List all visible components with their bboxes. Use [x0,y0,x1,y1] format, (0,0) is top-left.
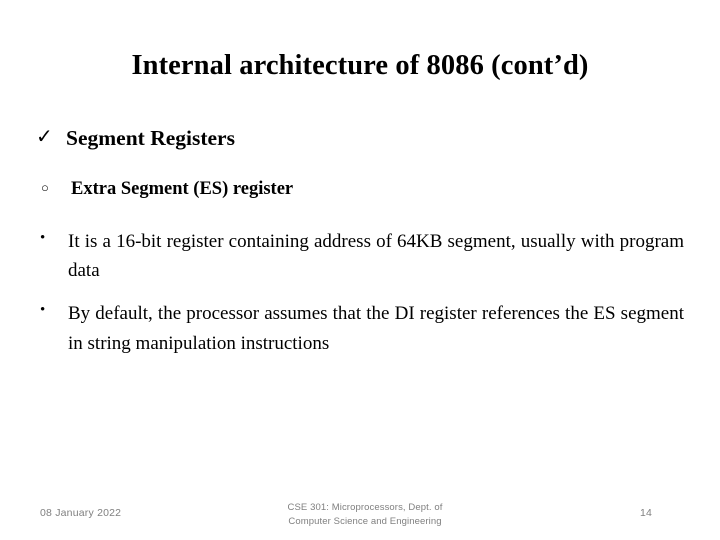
bullet-item-extra-segment-register: ○ Extra Segment (ES) register [41,178,684,200]
slide: Internal architecture of 8086 (cont’d) ✓… [0,0,720,540]
hollow-circle-bullet-icon: ○ [41,180,49,196]
bullet-text: Extra Segment (ES) register [71,179,294,200]
bullet-item-di-register-default: • By default, the processor assumes that… [40,299,684,358]
bullet-text: It is a 16-bit register containing addre… [68,230,684,281]
slide-body: ✓ Segment Registers ○ Extra Segment (ES)… [36,126,684,372]
footer-course-line-2: Computer Science and Engineering [288,515,442,527]
bullet-text: By default, the processor assumes that t… [68,303,684,354]
solid-dot-bullet-icon: • [40,302,46,319]
page-title: Internal architecture of 8086 (cont’d) [131,50,589,81]
footer-course-line-1: CSE 301: Microprocessors, Dept. of [287,502,443,513]
bullet-item-16bit-register: • It is a 16-bit register containing add… [40,227,684,286]
slide-page-number: 14 [640,507,653,519]
bullet-text: Segment Registers [66,126,235,150]
bullet-item-segment-registers: ✓ Segment Registers [36,126,684,151]
footer-course-info: CSE 301: Microprocessors, Dept. of Compu… [210,501,520,529]
solid-dot-bullet-icon: • [40,229,46,246]
footer-date: 08 January 2022 [40,507,122,519]
check-mark-bullet-icon: ✓ [36,126,53,148]
slide-footer: 08 January 2022 CSE 301: Microprocessors… [0,498,720,540]
